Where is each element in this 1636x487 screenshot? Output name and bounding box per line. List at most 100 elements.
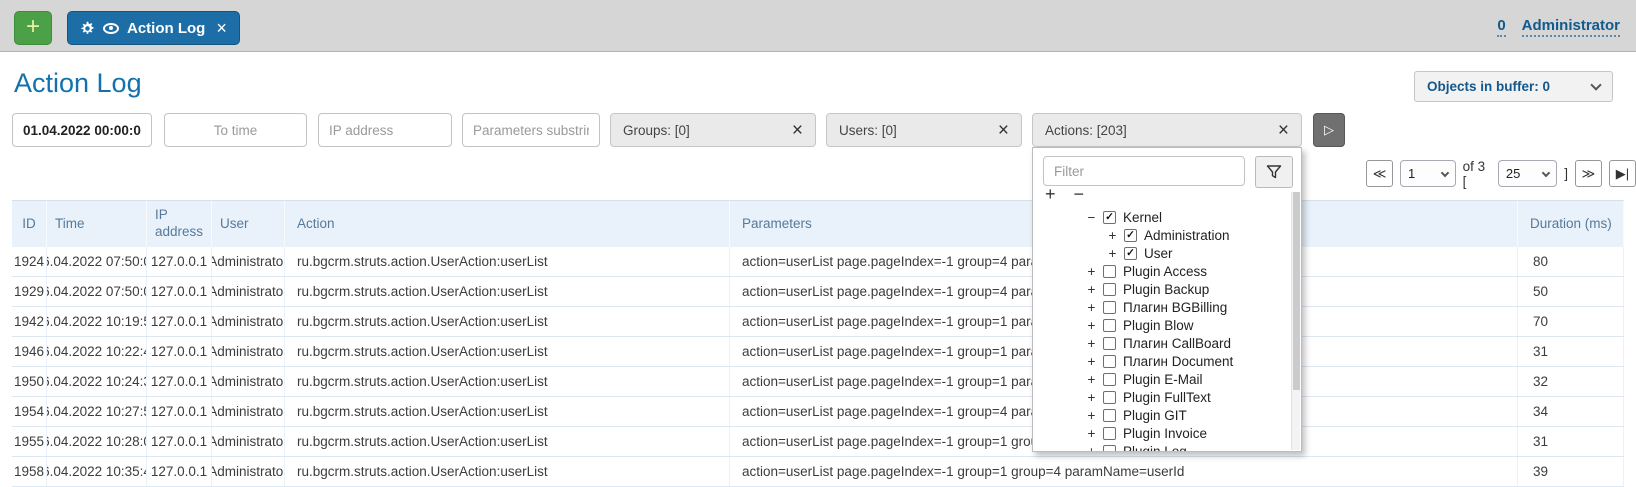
cell-duration: 70 (1518, 307, 1624, 336)
tree-checkbox[interactable] (1103, 265, 1116, 278)
tree-checkbox[interactable] (1103, 445, 1116, 453)
table-row[interactable]: 195006.04.2022 10:24:30127.0.0.1Administ… (12, 367, 1624, 397)
clear-users-icon[interactable]: × (998, 121, 1009, 140)
expand-node-icon[interactable]: + (1087, 444, 1096, 453)
tree-item[interactable]: +Plugin Blow (1033, 316, 1291, 334)
tree-item[interactable]: +Plugin Access (1033, 262, 1291, 280)
cell-action: ru.bgcrm.struts.action.UserAction:userLi… (285, 457, 730, 486)
tree-item[interactable]: +Plugin GIT (1033, 406, 1291, 424)
table-row[interactable]: 194206.04.2022 10:19:54127.0.0.1Administ… (12, 307, 1624, 337)
tree-checkbox[interactable] (1103, 319, 1116, 332)
cell-action: ru.bgcrm.struts.action.UserAction:userLi… (285, 337, 730, 366)
expand-node-icon[interactable]: + (1087, 408, 1096, 423)
apply-filter-button[interactable] (1255, 156, 1293, 188)
tab-close-icon[interactable]: × (216, 19, 227, 37)
tree-checkbox[interactable] (1103, 283, 1116, 296)
cell-user: Administrator (212, 427, 285, 456)
run-search-button[interactable]: ▷ (1313, 113, 1345, 147)
tree-item[interactable]: −✓Kernel (1033, 208, 1291, 226)
tree-item[interactable]: +Plugin FullText (1033, 388, 1291, 406)
scrollbar-thumb[interactable] (1293, 192, 1300, 390)
tree-item[interactable]: +Plugin Log (1033, 442, 1291, 452)
user-links: 0 Administrator (1497, 17, 1620, 37)
parameters-substring-input[interactable] (462, 113, 600, 147)
objects-in-buffer-dropdown[interactable]: Objects in buffer: 0 (1414, 71, 1613, 102)
expand-node-icon[interactable]: + (1087, 318, 1096, 333)
actions-tree: −✓Kernel+✓Administration+✓User+Plugin Ac… (1033, 208, 1291, 452)
cell-ip: 127.0.0.1 (147, 367, 212, 396)
panel-scrollbar[interactable] (1291, 192, 1300, 450)
tree-checkbox[interactable] (1103, 373, 1116, 386)
to-time-input[interactable] (164, 113, 307, 147)
table-row[interactable]: 192406.04.2022 07:50:02127.0.0.1Administ… (12, 247, 1624, 277)
notification-count-link[interactable]: 0 (1497, 17, 1505, 37)
page-size-select[interactable]: 25 (1498, 160, 1557, 187)
cell-action: ru.bgcrm.struts.action.UserAction:userLi… (285, 277, 730, 306)
table-row[interactable]: 195806.04.2022 10:35:49127.0.0.1Administ… (12, 457, 1624, 487)
clear-groups-icon[interactable]: × (792, 121, 803, 140)
tree-item[interactable]: +Плагин Document (1033, 352, 1291, 370)
expand-node-icon[interactable]: + (1087, 372, 1096, 387)
tree-checkbox[interactable] (1103, 409, 1116, 422)
tree-checkbox[interactable] (1103, 337, 1116, 350)
users-filter-chip[interactable]: Users: [0] × (826, 113, 1022, 147)
cell-time: 06.04.2022 10:28:03 (47, 427, 147, 456)
tree-item[interactable]: +Plugin Backup (1033, 280, 1291, 298)
expand-node-icon[interactable]: + (1108, 246, 1117, 261)
from-time-input[interactable] (12, 113, 152, 147)
col-header-user: User (212, 201, 285, 247)
collapse-node-icon[interactable]: − (1087, 210, 1096, 225)
tree-item[interactable]: +Плагин BGBilling (1033, 298, 1291, 316)
tree-checkbox[interactable] (1103, 427, 1116, 440)
tree-filter-input[interactable] (1043, 156, 1245, 186)
table-row[interactable]: 192906.04.2022 07:50:06127.0.0.1Administ… (12, 277, 1624, 307)
tree-checkbox[interactable]: ✓ (1124, 247, 1137, 260)
cell-user: Administrator (212, 397, 285, 426)
chevron-down-icon (1440, 168, 1448, 176)
expand-node-icon[interactable]: + (1108, 228, 1117, 243)
actions-filter-chip[interactable]: Actions: [203] × (1032, 113, 1302, 147)
page-title: Action Log (14, 68, 142, 99)
cell-duration: 31 (1518, 337, 1624, 366)
tree-checkbox[interactable] (1103, 355, 1116, 368)
expand-all-button[interactable]: + (1045, 184, 1056, 204)
tree-checkbox[interactable]: ✓ (1103, 211, 1116, 224)
expand-node-icon[interactable]: + (1087, 264, 1096, 279)
page-number-select[interactable]: 1 (1400, 160, 1456, 187)
expand-node-icon[interactable]: + (1087, 336, 1096, 351)
next-page-button[interactable]: ≫ (1575, 160, 1602, 187)
col-header-ip: IP address (147, 201, 212, 247)
table-row[interactable]: 194606.04.2022 10:22:49127.0.0.1Administ… (12, 337, 1624, 367)
clear-actions-icon[interactable]: × (1278, 121, 1289, 140)
cell-user: Administrator (212, 367, 285, 396)
tree-item[interactable]: +Плагин CallBoard (1033, 334, 1291, 352)
add-tab-button[interactable]: + (14, 11, 52, 45)
tree-checkbox[interactable] (1103, 301, 1116, 314)
tree-item[interactable]: + ✓ User (1033, 244, 1291, 262)
expand-node-icon[interactable]: + (1087, 426, 1096, 441)
collapse-all-button[interactable]: − (1074, 184, 1085, 204)
tree-item[interactable]: +✓Administration (1033, 226, 1291, 244)
buffer-label: Objects in buffer: 0 (1427, 79, 1550, 94)
tree-checkbox[interactable]: ✓ (1124, 229, 1137, 242)
cell-time: 06.04.2022 07:50:06 (47, 277, 147, 306)
expand-node-icon[interactable]: + (1087, 300, 1096, 315)
tree-item-label: User (1144, 246, 1173, 261)
current-user-link[interactable]: Administrator (1522, 17, 1620, 37)
cell-user: Administrator (212, 247, 285, 276)
expand-node-icon[interactable]: + (1087, 354, 1096, 369)
groups-filter-chip[interactable]: Groups: [0] × (610, 113, 816, 147)
tree-item[interactable]: +Plugin E-Mail (1033, 370, 1291, 388)
cell-id: 1946 (12, 337, 47, 366)
first-page-button[interactable]: ≪ (1366, 160, 1393, 187)
expand-node-icon[interactable]: + (1087, 390, 1096, 405)
tree-item[interactable]: +Plugin Invoice (1033, 424, 1291, 442)
tab-action-log[interactable]: Action Log × (67, 11, 240, 45)
ip-address-input[interactable] (318, 113, 452, 147)
expand-node-icon[interactable]: + (1087, 282, 1096, 297)
cell-ip: 127.0.0.1 (147, 277, 212, 306)
tree-checkbox[interactable] (1103, 391, 1116, 404)
table-row[interactable]: 195406.04.2022 10:27:57127.0.0.1Administ… (12, 397, 1624, 427)
table-row[interactable]: 195506.04.2022 10:28:03127.0.0.1Administ… (12, 427, 1624, 457)
last-page-button[interactable]: ▶| (1609, 160, 1636, 187)
